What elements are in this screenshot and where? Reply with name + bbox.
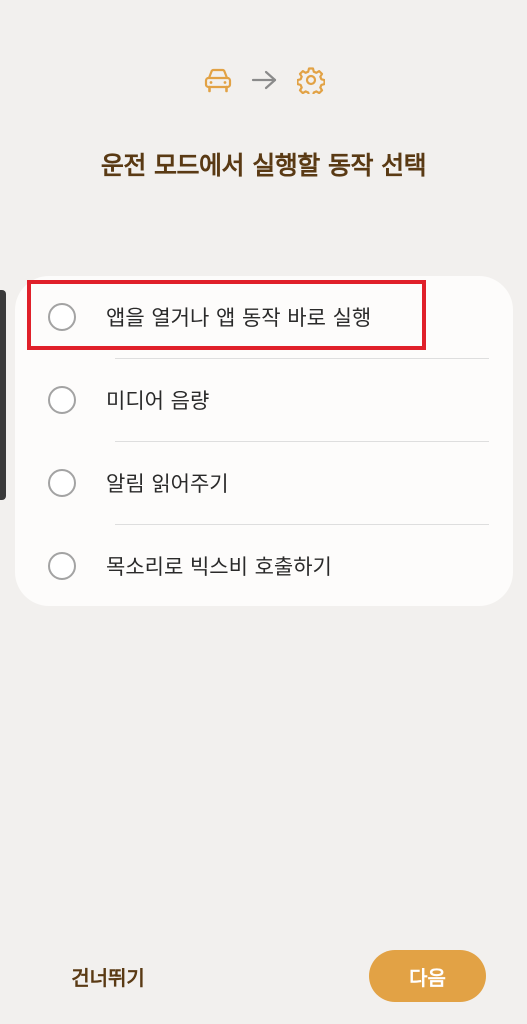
option-call-bixby[interactable]: 목소리로 빅스비 호출하기 bbox=[15, 525, 513, 607]
page-title: 운전 모드에서 실행할 동작 선택 bbox=[100, 151, 427, 180]
screen: 운전 모드에서 실행할 동작 선택 앱을 열거나 앱 동작 바로 실행 미디어 … bbox=[0, 0, 527, 1024]
car-icon bbox=[203, 67, 233, 93]
option-read-notifications[interactable]: 알림 읽어주기 bbox=[15, 442, 513, 524]
gear-icon bbox=[296, 66, 325, 94]
edge-panel-handle[interactable] bbox=[0, 290, 6, 500]
radio-button[interactable] bbox=[48, 552, 76, 580]
radio-button[interactable] bbox=[48, 303, 76, 331]
option-app-action[interactable]: 앱을 열거나 앱 동작 바로 실행 bbox=[15, 276, 513, 358]
flow-indicator bbox=[0, 60, 527, 100]
option-media-volume[interactable]: 미디어 음량 bbox=[15, 359, 513, 441]
arrow-right-icon bbox=[251, 69, 279, 91]
radio-button[interactable] bbox=[48, 469, 76, 497]
option-label: 목소리로 빅스비 호출하기 bbox=[106, 555, 332, 579]
option-label: 알림 읽어주기 bbox=[106, 472, 229, 496]
options-card: 앱을 열거나 앱 동작 바로 실행 미디어 음량 알림 읽어주기 목소리로 빅스… bbox=[15, 276, 513, 606]
radio-button[interactable] bbox=[48, 386, 76, 414]
option-label: 미디어 음량 bbox=[106, 389, 210, 413]
option-label: 앱을 열거나 앱 동작 바로 실행 bbox=[106, 306, 372, 330]
skip-button[interactable]: 건너뛰기 bbox=[52, 950, 164, 1002]
next-button[interactable]: 다음 bbox=[369, 950, 486, 1002]
